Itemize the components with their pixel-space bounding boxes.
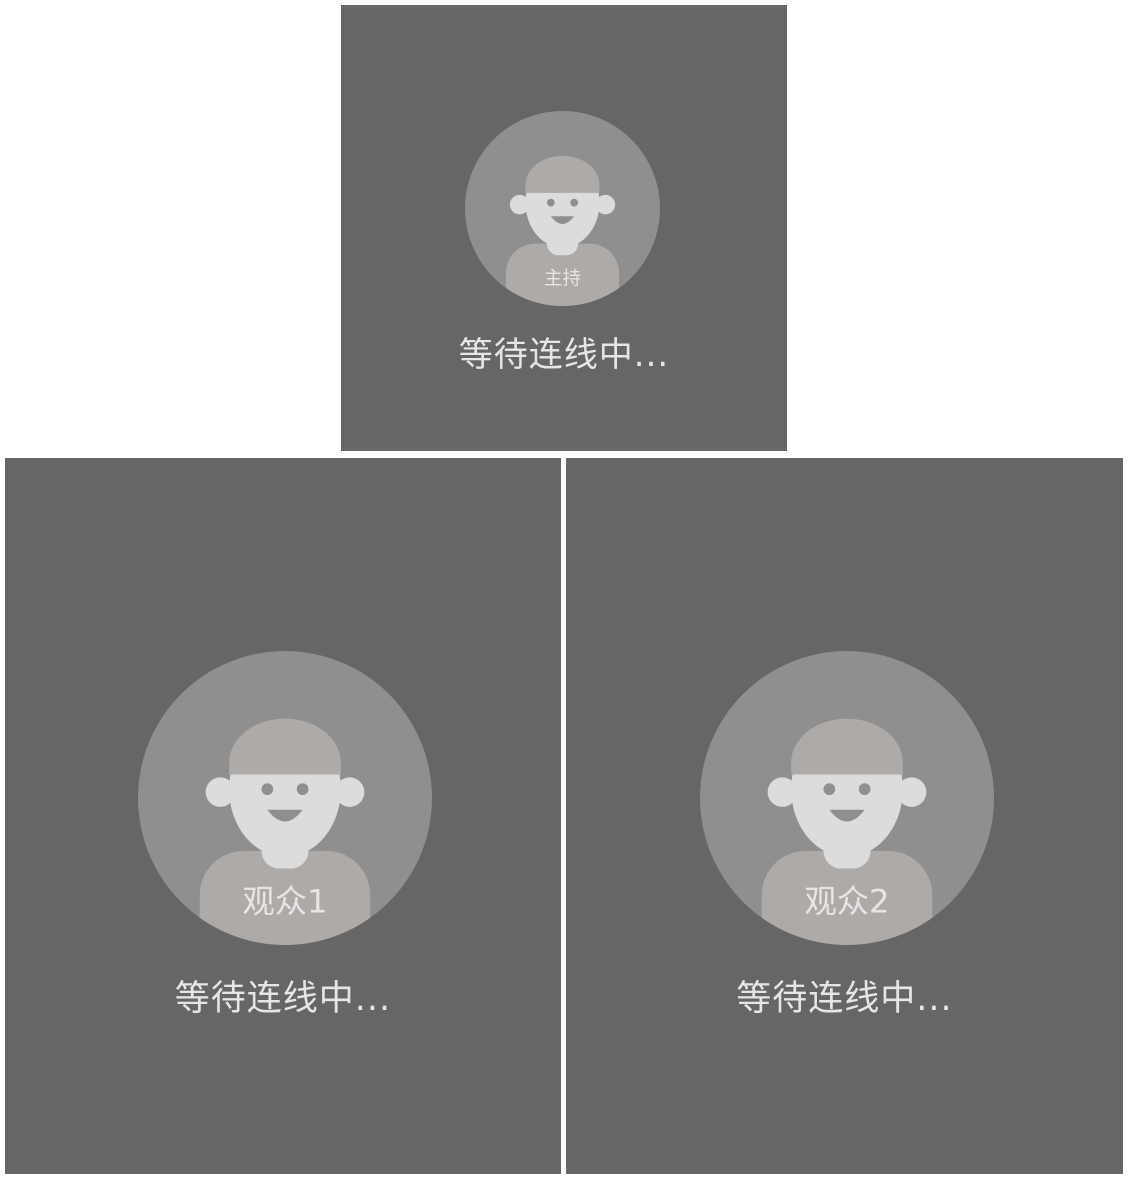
audience1-role-label: 观众1 <box>242 883 327 921</box>
host-status-text: 等待连线中... <box>458 335 670 375</box>
audience1-video-tile[interactable]: 观众1 等待连线中... <box>5 458 561 1174</box>
audience1-avatar-icon: 观众1 <box>138 651 432 945</box>
audience2-avatar-icon: 观众2 <box>700 651 994 945</box>
audience2-role-label: 观众2 <box>804 883 889 921</box>
audience1-status-text: 等待连线中... <box>174 979 392 1019</box>
host-avatar-icon: 主持 <box>465 111 660 306</box>
host-video-tile[interactable]: 主持 等待连线中... <box>341 5 787 451</box>
audience2-video-tile[interactable]: 观众2 等待连线中... <box>566 458 1123 1174</box>
audience2-status-text: 等待连线中... <box>736 979 953 1019</box>
host-role-label: 主持 <box>544 269 581 290</box>
